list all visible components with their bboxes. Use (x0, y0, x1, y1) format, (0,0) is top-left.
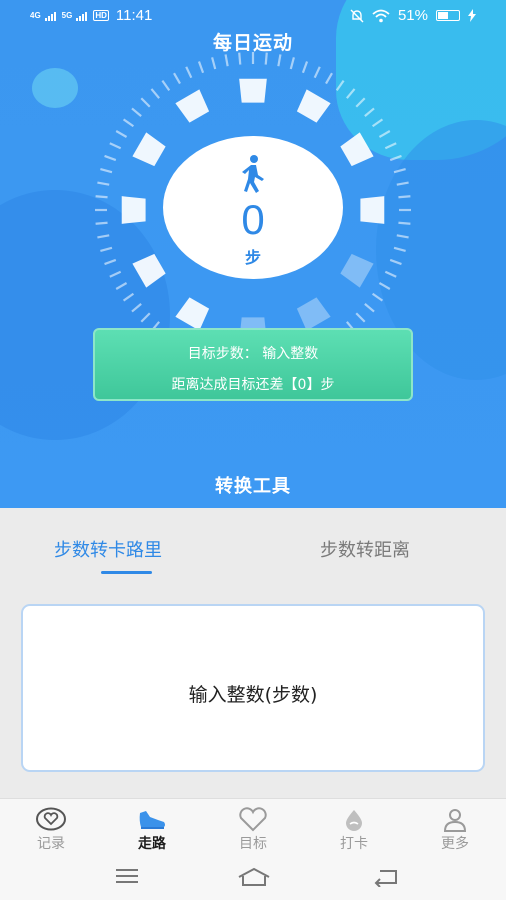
converter-tabs: 步数转卡路里 步数转距离 (0, 508, 506, 588)
dial-tick (355, 97, 366, 108)
dial-segment (296, 297, 331, 331)
person-icon (443, 809, 467, 832)
goal-label: 目标步数： (187, 346, 258, 362)
nav-label: 走路 (138, 836, 166, 852)
dial-tick (346, 88, 356, 99)
heart-chat-icon (36, 807, 66, 831)
dial-tick (131, 303, 142, 313)
nav-label: 更多 (441, 836, 469, 852)
dial-tick (389, 154, 402, 162)
dial-tick (185, 66, 193, 79)
dial-tick (211, 57, 217, 70)
dial-tick (371, 292, 384, 302)
dial-tick (97, 181, 110, 186)
dial-segment (132, 132, 166, 167)
step-unit: 步 (244, 248, 261, 267)
nav-item-record[interactable]: 记录 (11, 799, 91, 859)
dial-tick (238, 52, 242, 65)
dial-tick (109, 142, 122, 150)
dial-tick (335, 79, 345, 92)
dial-tick (378, 282, 391, 290)
menu-icon[interactable] (114, 867, 140, 885)
dial-tick (131, 107, 142, 117)
dial-tick (115, 282, 128, 290)
dial-tick (140, 312, 151, 323)
nav-item-more[interactable]: 更多 (415, 799, 495, 859)
dial-tick (384, 142, 397, 150)
nav-item-checkin[interactable]: 打卡 (314, 799, 394, 859)
dial-segment (239, 78, 267, 103)
steps-input-placeholder: 输入整数(步数) (188, 684, 318, 706)
dial-segment (175, 89, 210, 123)
dial-tick (224, 54, 229, 67)
dial-tick (325, 72, 333, 85)
home-icon[interactable] (237, 867, 271, 887)
shoe-icon (139, 811, 165, 829)
tools-title: 转换工具 (215, 476, 291, 497)
nav-label: 记录 (37, 836, 65, 852)
dial-tick (197, 61, 205, 74)
step-count: 0 (241, 196, 265, 243)
dial-tick (173, 72, 181, 85)
system-nav-bar (0, 858, 506, 900)
goal-card: 目标步数： 输入整数 距离达成目标还差【0】步 (93, 328, 413, 401)
back-icon[interactable] (372, 867, 400, 887)
dial-tick (161, 79, 171, 92)
dial-segment (175, 297, 210, 331)
dial-tick (115, 130, 128, 138)
tab-steps-to-distance[interactable]: 步数转距离 (320, 536, 410, 562)
dial-tick (364, 107, 375, 117)
steps-input-field[interactable]: 输入整数(步数) (21, 604, 485, 772)
dial-tick (384, 270, 397, 278)
dial-tick (371, 118, 384, 128)
dial-tick (313, 66, 321, 79)
goal-steps-input[interactable]: 输入整数 (262, 346, 318, 362)
dial-tick (109, 270, 122, 278)
dial-tick (378, 130, 391, 138)
dial-tick (122, 118, 135, 128)
dial-tick (140, 97, 151, 108)
nav-item-walk[interactable]: 走路 (112, 799, 192, 859)
active-tab-indicator (101, 571, 152, 574)
dial-tick (393, 168, 406, 174)
heart-icon (239, 807, 267, 832)
drop-icon (346, 810, 362, 831)
bottom-nav: 记录 走路 目标 打卡 更多 (0, 798, 506, 858)
goal-remaining-text: 距离达成目标还差【0】步 (171, 377, 335, 393)
nav-item-goal[interactable]: 目标 (213, 799, 293, 859)
dial-tick (104, 154, 117, 162)
nav-label: 目标 (239, 836, 267, 852)
dial-tick (355, 312, 366, 323)
nav-label: 打卡 (340, 836, 368, 852)
dial-segment (296, 89, 331, 123)
dial-tick (277, 54, 282, 67)
dial-tick (396, 181, 409, 186)
walking-person-icon (242, 155, 264, 193)
hero-panel: 4G 5G HD 11:41 51% 每日运动 0 步 目标步数： 输入整数 距… (0, 0, 506, 508)
dial-segment (340, 132, 374, 167)
dial-tick (301, 61, 309, 74)
dial-tick (122, 292, 135, 302)
dial-tick (364, 303, 375, 313)
dial-tick (100, 168, 113, 174)
dial-tick (289, 57, 295, 70)
dial-tick (150, 88, 160, 99)
tab-steps-to-calories[interactable]: 步数转卡路里 (54, 536, 162, 562)
dial-tick (264, 52, 268, 65)
